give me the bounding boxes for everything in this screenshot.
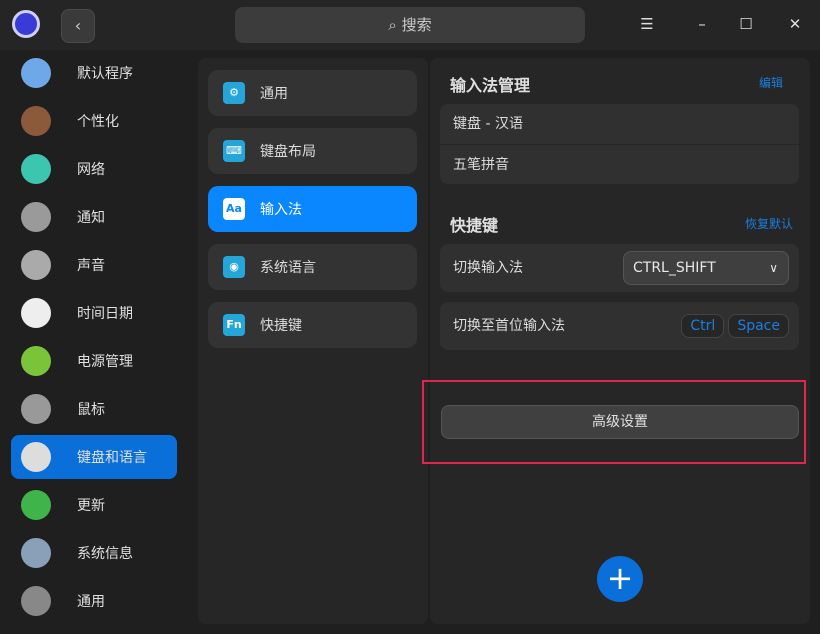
menu-button[interactable]: ☰ <box>635 12 659 36</box>
gear-icon: ⚙ <box>223 82 245 104</box>
titlebar: ‹ ⌕ 搜索 ☰ – ☐ ✕ <box>0 0 820 50</box>
sidebar-item[interactable]: 鼠标 <box>11 387 177 431</box>
sidebar-item-label: 系统信息 <box>77 546 133 562</box>
subnav-panel: ⚙ 通用 ⌨ 键盘布局 Aa 输入法 ◉ 系统语言 Fn 快捷键 <box>198 58 428 624</box>
subnav-item[interactable]: ◉ 系统语言 <box>208 244 417 290</box>
sidebar-item-icon <box>21 58 51 88</box>
subnav-item[interactable]: ⌨ 键盘布局 <box>208 128 417 174</box>
subnav-item-label: 快捷键 <box>260 318 302 334</box>
input-method-icon: Aa <box>223 198 245 220</box>
sidebar-item-icon <box>21 298 51 328</box>
sidebar-item[interactable]: 系统信息 <box>11 531 177 575</box>
key-space: Space <box>728 314 789 338</box>
close-button[interactable]: ✕ <box>783 12 807 36</box>
sidebar-item[interactable]: 通用 <box>11 579 177 623</box>
sidebar-item-icon <box>21 490 51 520</box>
search-icon: ⌕ <box>388 16 402 34</box>
sidebar-item-icon <box>21 346 51 376</box>
sidebar-item-label: 更新 <box>77 498 105 514</box>
sidebar-item-icon <box>21 442 51 472</box>
input-method-heading: 输入法管理 <box>450 76 531 95</box>
subnav-item-label: 通用 <box>260 86 288 102</box>
sidebar-item[interactable]: 时间日期 <box>11 291 177 335</box>
sidebar-item[interactable]: 网络 <box>11 147 177 191</box>
key-ctrl: Ctrl <box>681 314 725 338</box>
back-button[interactable]: ‹ <box>61 9 95 43</box>
chevron-down-icon: ∨ <box>769 261 778 275</box>
globe-icon: ◉ <box>223 256 245 278</box>
sidebar-item-icon <box>21 154 51 184</box>
list-item[interactable]: 五笔拼音 <box>440 144 799 184</box>
sidebar-item-icon <box>21 586 51 616</box>
plus-icon: + <box>606 559 634 597</box>
sidebar-item[interactable]: 键盘和语言 <box>11 435 177 479</box>
sidebar-item[interactable]: 个性化 <box>11 99 177 143</box>
content-panel: 输入法管理 编辑 键盘 - 汉语 五笔拼音 快捷键 恢复默认 切换输入法 CTR… <box>430 58 810 624</box>
sidebar-item[interactable]: 电源管理 <box>11 339 177 383</box>
sidebar-item-label: 通用 <box>77 594 105 610</box>
sidebar-item-icon <box>21 106 51 136</box>
shortcut-keys[interactable]: Ctrl Space <box>677 314 789 338</box>
sidebar: 默认程序个性化网络通知声音时间日期电源管理鼠标键盘和语言更新系统信息通用 <box>0 50 188 634</box>
fn-key-icon: Fn <box>223 314 245 336</box>
sidebar-item-label: 鼠标 <box>77 402 105 418</box>
search-input[interactable]: ⌕ 搜索 <box>235 7 585 43</box>
switch-ime-row: 切换输入法 CTRL_SHIFT ∨ <box>440 244 799 292</box>
sidebar-item-icon <box>21 202 51 232</box>
sidebar-item-label: 网络 <box>77 162 105 178</box>
restore-defaults-link[interactable]: 恢复默认 <box>745 215 793 232</box>
minimize-button[interactable]: – <box>690 12 714 36</box>
sidebar-item-icon <box>21 250 51 280</box>
subnav-item[interactable]: Aa 输入法 <box>208 186 417 232</box>
sidebar-item[interactable]: 更新 <box>11 483 177 527</box>
subnav-item-label: 键盘布局 <box>260 144 316 160</box>
add-button[interactable]: + <box>597 556 643 602</box>
search-placeholder: 搜索 <box>401 16 432 34</box>
sidebar-item-label: 时间日期 <box>77 306 133 322</box>
sidebar-item-label: 通知 <box>77 210 105 226</box>
first-ime-row: 切换至首位输入法 Ctrl Space <box>440 302 799 350</box>
sidebar-item[interactable]: 默认程序 <box>11 51 177 95</box>
sidebar-item-label: 默认程序 <box>77 66 133 82</box>
input-method-list: 键盘 - 汉语 五笔拼音 <box>440 104 799 184</box>
keyboard-icon: ⌨ <box>223 140 245 162</box>
edit-link[interactable]: 编辑 <box>759 74 783 91</box>
sidebar-item-label: 声音 <box>77 258 105 274</box>
subnav-item[interactable]: ⚙ 通用 <box>208 70 417 116</box>
subnav-item[interactable]: Fn 快捷键 <box>208 302 417 348</box>
sidebar-item-label: 电源管理 <box>77 354 133 370</box>
sidebar-item-icon <box>21 538 51 568</box>
maximize-button[interactable]: ☐ <box>734 12 758 36</box>
subnav-item-label: 输入法 <box>260 202 302 218</box>
list-item[interactable]: 键盘 - 汉语 <box>440 104 799 144</box>
sidebar-item[interactable]: 声音 <box>11 243 177 287</box>
sidebar-item-icon <box>21 394 51 424</box>
select-value: CTRL_SHIFT <box>633 260 716 276</box>
shortcuts-heading: 快捷键 <box>450 216 499 235</box>
highlight-box <box>422 380 806 464</box>
switch-ime-select[interactable]: CTRL_SHIFT ∨ <box>623 251 789 285</box>
app-logo-icon <box>12 10 40 38</box>
sidebar-item-label: 个性化 <box>77 114 119 130</box>
sidebar-item[interactable]: 通知 <box>11 195 177 239</box>
subnav-item-label: 系统语言 <box>260 260 316 276</box>
sidebar-item-label: 键盘和语言 <box>77 450 147 466</box>
